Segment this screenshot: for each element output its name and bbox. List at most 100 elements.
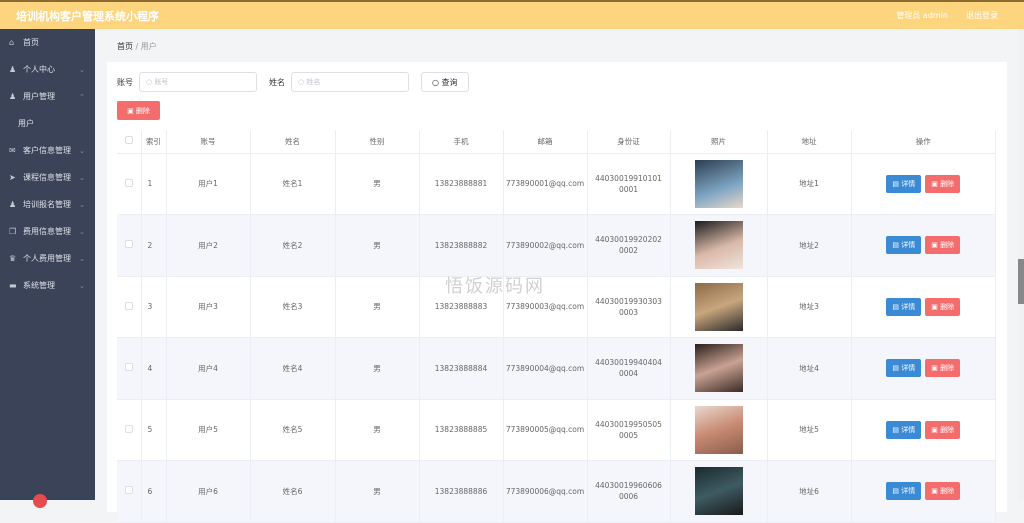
cell-address: 地址1	[767, 153, 852, 215]
cell-gender: 男	[335, 153, 420, 215]
detail-button[interactable]: ▤ 详情	[886, 174, 922, 193]
logout-link[interactable]: 退出登录	[966, 10, 998, 21]
cell-index: 6	[141, 460, 167, 523]
delete-button[interactable]: ▣ 删除	[925, 236, 961, 255]
table-row: 6 用户6 姓名6 男 13823888886 773890006@qq.com…	[117, 460, 996, 523]
table-row: 4 用户4 姓名4 男 13823888884 773890004@qq.com…	[117, 337, 996, 400]
sidebar-item-2[interactable]: ♟ 用户管理 ⌃	[0, 83, 95, 110]
cell-actions: ▤ 详情 ▣ 删除	[851, 153, 996, 215]
sidebar-item-1[interactable]: ♟ 个人中心 ⌄	[0, 56, 95, 83]
row-checkbox[interactable]	[124, 424, 133, 433]
column-header: 照片	[670, 130, 768, 154]
user-photo[interactable]	[694, 221, 743, 270]
sidebar-item-label: 个人中心	[23, 65, 55, 74]
account-search-input[interactable]: ○ 账号	[139, 72, 257, 92]
name-search-input[interactable]: ○ 姓名	[291, 72, 409, 92]
cell-actions: ▤ 详情 ▣ 删除	[851, 214, 996, 277]
cell-account: 用户5	[166, 399, 251, 461]
column-header: 性别	[335, 130, 420, 154]
breadcrumb-home[interactable]: 首页	[117, 42, 133, 51]
document-icon: ▤	[892, 487, 902, 496]
trash-icon: ▣	[931, 487, 941, 496]
user-photo[interactable]	[694, 405, 743, 454]
trash-icon: ▣	[931, 179, 941, 188]
watermark: 悟饭源码网	[445, 276, 545, 297]
row-checkbox[interactable]	[124, 301, 133, 310]
cell-account: 用户4	[166, 337, 251, 400]
cell-account: 用户3	[166, 276, 251, 338]
delete-button[interactable]: ▣ 删除	[925, 359, 961, 378]
cell-address: 地址2	[767, 214, 852, 277]
scrollbar-thumb[interactable]	[1018, 259, 1024, 304]
batch-delete-button[interactable]: ▣ 删除	[117, 101, 160, 120]
cell-photo	[670, 214, 768, 277]
sidebar-item-7[interactable]: ❐ 费用信息管理 ⌄	[0, 218, 95, 245]
page-scrollbar[interactable]	[1018, 29, 1024, 500]
account-label: 账号	[117, 77, 133, 87]
sidebar-item-8[interactable]: ♛ 个人费用管理 ⌄	[0, 245, 95, 272]
detail-button[interactable]: ▤ 详情	[886, 297, 922, 316]
cell-account: 用户1	[166, 153, 251, 215]
column-header: 手机	[419, 130, 504, 154]
trophy-icon: ♛	[9, 254, 17, 263]
sidebar-item-9[interactable]: ▬ 系统管理 ⌄	[0, 272, 95, 299]
sidebar-item-0[interactable]: ⌂ 首页	[0, 29, 95, 56]
cell-email: 773890001@qq.com	[503, 153, 588, 215]
send-icon: ➤	[9, 173, 16, 182]
trash-icon: ▣	[931, 425, 941, 434]
cell-name: 姓名2	[250, 214, 336, 277]
document-icon: ▤	[892, 241, 902, 250]
cell-photo	[670, 399, 768, 461]
cell-id-card: 440300199404040004	[587, 337, 671, 400]
delete-button[interactable]: ▣ 删除	[925, 420, 961, 439]
mail-icon: ✉	[9, 146, 16, 155]
cell-name: 姓名5	[250, 399, 336, 461]
detail-label: 详情	[901, 302, 916, 311]
chevron-icon: ⌃	[79, 92, 85, 101]
sidebar-item-label: 培训报名管理	[23, 200, 71, 209]
select-all-checkbox[interactable]	[124, 136, 133, 145]
cell-phone: 13823888886	[419, 460, 504, 523]
search-bar: 账号 ○ 账号 姓名 ○ 姓名 ○ 查询	[117, 72, 469, 92]
detail-button[interactable]: ▤ 详情	[886, 420, 922, 439]
top-header: 培训机构客户管理系统小程序 管理员 admin 退出登录	[0, 0, 1024, 29]
row-checkbox[interactable]	[124, 363, 133, 372]
user-icon: ♟	[9, 65, 17, 74]
table-row: 5 用户5 姓名5 男 13823888885 773890005@qq.com…	[117, 399, 996, 461]
delete-label: 删除	[940, 241, 955, 250]
user-photo[interactable]	[694, 344, 743, 393]
sidebar-item-label: 客户信息管理	[23, 146, 71, 155]
chevron-icon: ⌄	[79, 281, 85, 290]
home-icon: ⌂	[9, 38, 15, 47]
sidebar-item-5[interactable]: ➤ 课程信息管理 ⌄	[0, 164, 95, 191]
delete-button[interactable]: ▣ 删除	[925, 482, 961, 501]
column-header: 身份证	[587, 130, 671, 154]
sidebar-item-label: 费用信息管理	[23, 227, 71, 236]
floating-button[interactable]	[33, 494, 47, 508]
cell-photo	[670, 276, 768, 338]
name-placeholder: 姓名	[306, 78, 321, 86]
sidebar-item-6[interactable]: ♟ 培训报名管理 ⌄	[0, 191, 95, 218]
sidebar-item-3[interactable]: 用户	[0, 110, 95, 137]
delete-button[interactable]: ▣ 删除	[925, 297, 961, 316]
sidebar-item-4[interactable]: ✉ 客户信息管理 ⌄	[0, 137, 95, 164]
user-photo[interactable]	[694, 282, 743, 331]
row-checkbox[interactable]	[124, 486, 133, 495]
user-table: 索引 账号 姓名 性别 手机 邮箱 身份证 照片 地址 操作 1 用户1 姓名1 男 138238…	[117, 130, 996, 523]
row-checkbox[interactable]	[124, 178, 133, 187]
row-checkbox[interactable]	[124, 240, 133, 249]
cell-gender: 男	[335, 276, 420, 338]
detail-button[interactable]: ▤ 详情	[886, 359, 922, 378]
detail-button[interactable]: ▤ 详情	[886, 236, 922, 255]
user-menu[interactable]: 管理员 admin	[896, 10, 948, 21]
user-photo[interactable]	[694, 159, 743, 208]
cell-id-card: 440300199606060006	[587, 460, 671, 523]
chevron-icon: ⌄	[79, 65, 85, 74]
detail-button[interactable]: ▤ 详情	[886, 482, 922, 501]
search-icon: ○	[146, 78, 155, 86]
delete-button[interactable]: ▣ 删除	[925, 174, 961, 193]
user-photo[interactable]	[694, 467, 743, 516]
cell-email: 773890005@qq.com	[503, 399, 588, 461]
cell-index: 5	[141, 399, 167, 461]
query-button[interactable]: ○ 查询	[421, 72, 469, 92]
